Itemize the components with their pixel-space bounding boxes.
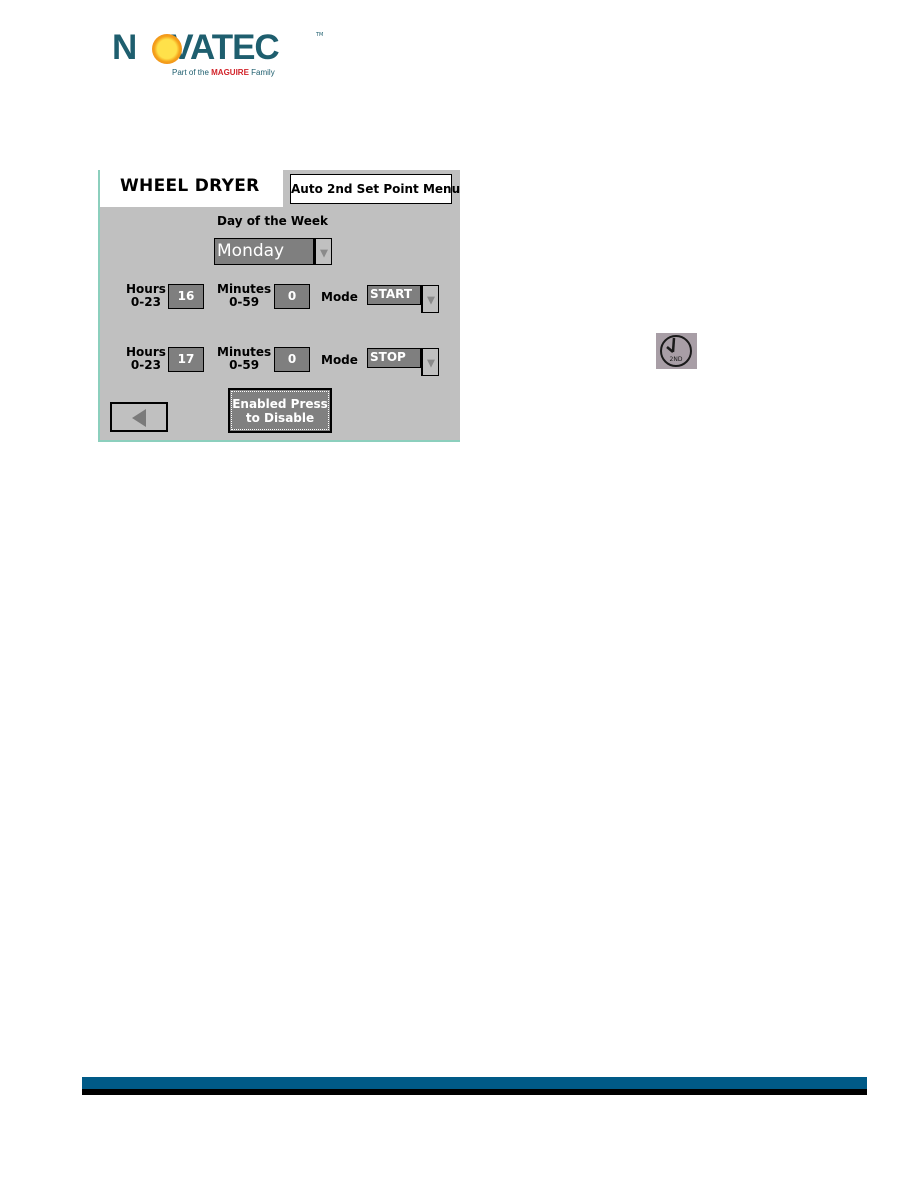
sun-icon (152, 34, 182, 64)
day-of-week-dropdown[interactable]: Monday (214, 238, 332, 265)
title-area: WHEEL DRYER (100, 170, 283, 207)
minutes-range-text: 0-59 (229, 358, 260, 372)
mode-label-stop: Mode (321, 353, 358, 367)
hours-label-start: Hours 0-23 (126, 283, 166, 309)
stop-hours-input[interactable]: 17 (168, 347, 204, 372)
trademark-mark: TM (316, 32, 324, 38)
chevron-down-icon (426, 359, 435, 368)
start-mode-value: START (370, 287, 413, 301)
stop-mode-dropdown[interactable]: STOP (367, 348, 439, 376)
tagline-prefix: Part of the (172, 68, 212, 77)
chevron-down-icon (319, 249, 328, 258)
minutes-range-text: 0-59 (229, 295, 260, 309)
enable-disable-toggle-button[interactable]: Enabled Press to Disable (228, 388, 332, 433)
back-button[interactable] (110, 402, 168, 432)
logo-tagline: Part of the MAGUIRE Family (172, 68, 275, 77)
novatec-logo: N VATEC TM Part of the MAGUIRE Family (112, 28, 324, 77)
start-mode-dropdown[interactable]: START (367, 285, 439, 313)
footer-bar (82, 1077, 867, 1089)
tagline-brand: MAGUIRE (211, 68, 249, 77)
hours-range-text: 0-23 (130, 358, 161, 372)
start-mode-dropdown-toggle[interactable] (421, 285, 439, 313)
toggle-label-line-2: to Disable (245, 411, 315, 425)
hours-range-text: 0-23 (130, 295, 161, 309)
logo-letters-vatec: VATEC (170, 28, 279, 67)
day-dropdown-toggle[interactable] (314, 238, 332, 265)
hours-label-stop: Hours 0-23 (126, 346, 166, 372)
chevron-down-icon (426, 296, 435, 305)
left-triangle-icon (132, 409, 146, 427)
clock-2nd-icon: 2ND (656, 333, 697, 369)
auto-2nd-set-point-menu-button[interactable]: Auto 2nd Set Point Menu (290, 174, 460, 204)
tagline-suffix: Family (248, 68, 275, 77)
logo-wordmark: N VATEC (112, 28, 280, 68)
day-of-week-label: Day of the Week (217, 214, 328, 228)
screen-title: WHEEL DRYER (120, 176, 260, 196)
start-minutes-input[interactable]: 0 (274, 284, 310, 309)
clock-icon-label: 2ND (670, 356, 683, 363)
stop-minutes-input[interactable]: 0 (274, 347, 310, 372)
stop-mode-dropdown-toggle[interactable] (421, 348, 439, 376)
footer-bar-shadow (82, 1089, 867, 1095)
logo-letter-n: N (112, 28, 137, 67)
hmi-screen: WHEEL DRYER Auto 2nd Set Point Menu Day … (98, 170, 460, 442)
start-hours-input[interactable]: 16 (168, 284, 204, 309)
minutes-label-start: Minutes 0-59 (217, 283, 271, 309)
toggle-label-line-1: Enabled Press (232, 397, 328, 411)
day-of-week-value: Monday (217, 241, 285, 261)
stop-mode-value: STOP (370, 350, 406, 364)
mode-label-start: Mode (321, 290, 358, 304)
minutes-label-stop: Minutes 0-59 (217, 346, 271, 372)
